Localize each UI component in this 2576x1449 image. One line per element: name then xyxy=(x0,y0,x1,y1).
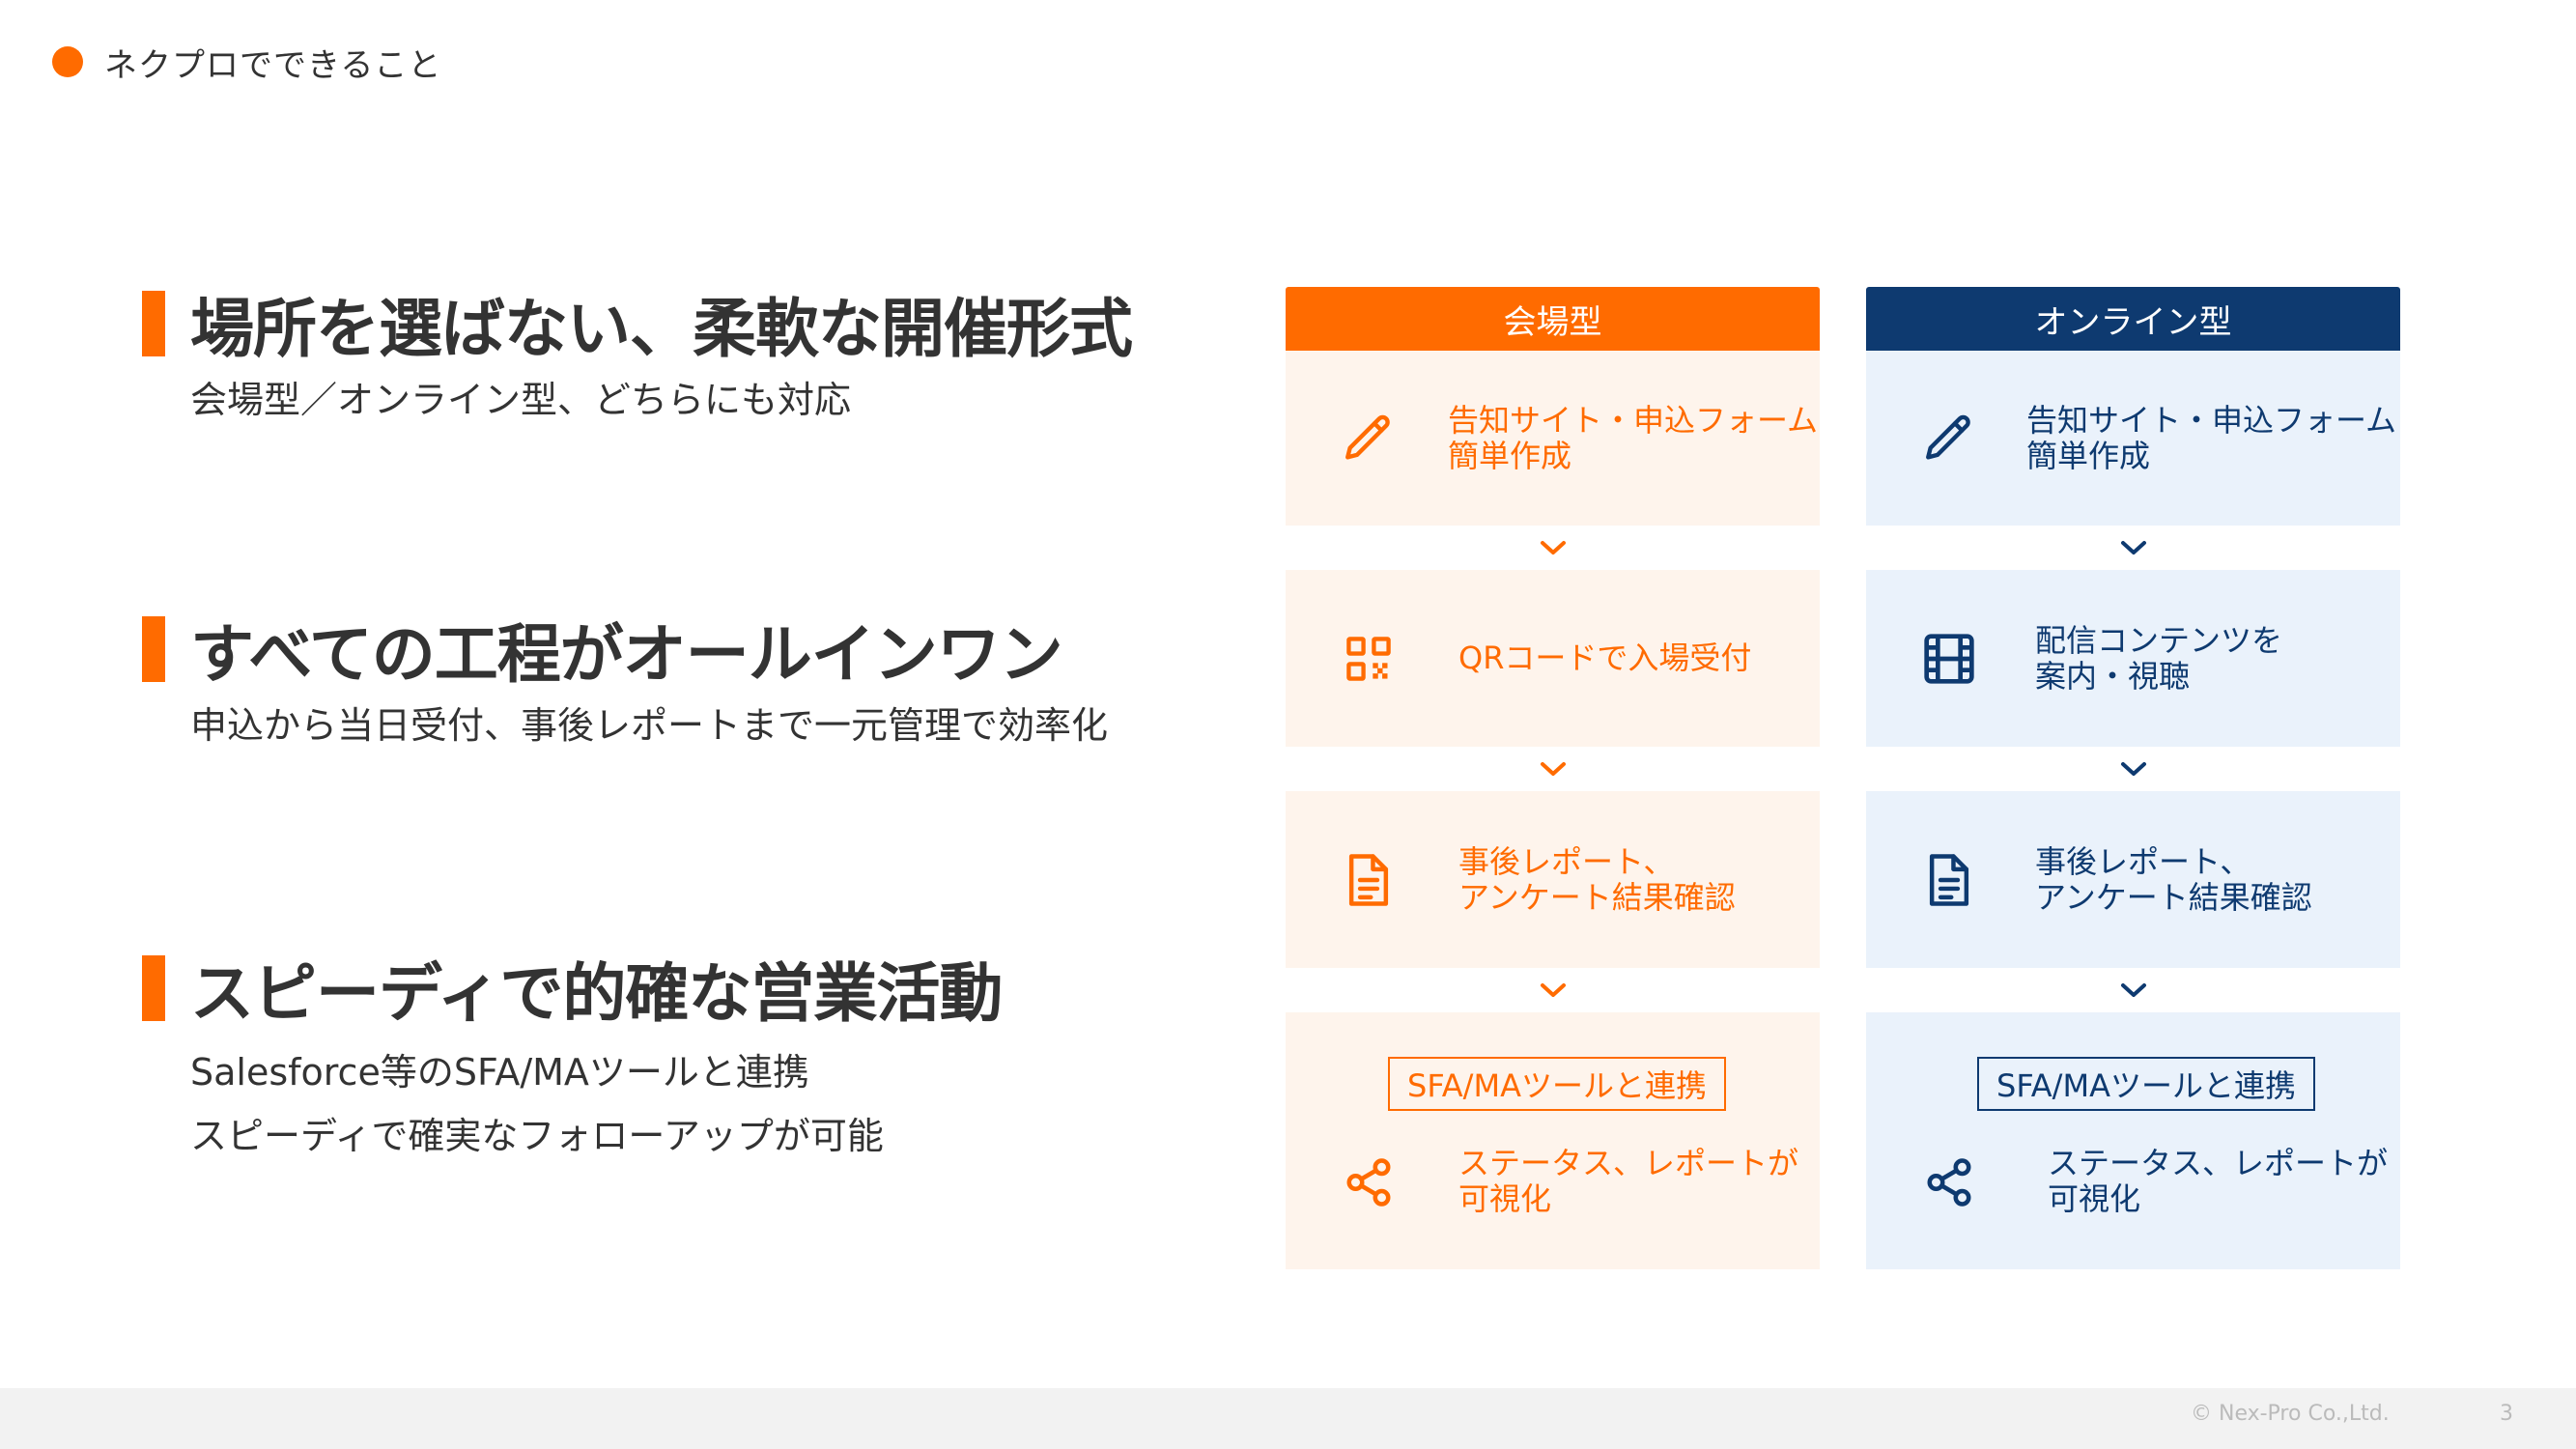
online-column-header: オンライン型 xyxy=(1866,287,2400,351)
feature-description-line: スピーディで確実なフォローアップが可能 xyxy=(190,1115,884,1157)
feature-title-row: スピーディで的確な営業活動 xyxy=(142,950,1224,1031)
online-step-report: 事後レポート、 アンケート結果確認 xyxy=(1866,791,2400,968)
header-bullet-dot xyxy=(52,46,83,77)
feature-title: すべての工程がオールインワン xyxy=(190,617,1063,692)
header-title: ネクプロでできること xyxy=(104,45,442,85)
venue-step-qr-reception: QRコードで入場受付 xyxy=(1286,570,1820,747)
venue-column-header: 会場型 xyxy=(1286,287,1820,351)
feature-description-line: Salesforce等のSFA/MAツールと連携 xyxy=(190,1051,809,1094)
venue-step-report: 事後レポート、 アンケート結果確認 xyxy=(1286,791,1820,968)
slide-header: ネクプロでできること xyxy=(52,41,442,85)
step-text: ステータス、レポートが 可視化 xyxy=(1458,1145,1799,1217)
venue-step-sfa-ma: SFA/MAツールと連携 ステータス、レポートが 可視化 xyxy=(1286,1012,1820,1269)
document-icon xyxy=(1338,849,1400,911)
page-number: 3 xyxy=(2500,1402,2513,1426)
online-column: オンライン型 告知サイト・申込フォーム 簡単作成 配信コンテンツを 案内・視聴 … xyxy=(1866,287,2400,1269)
chevron-down-icon xyxy=(1866,747,2400,791)
feature-title: スピーディで的確な営業活動 xyxy=(190,956,1003,1031)
feature-accent-bar xyxy=(142,616,165,682)
chevron-down-icon xyxy=(1286,526,1820,570)
step-text: QRコードで入場受付 xyxy=(1458,639,1752,676)
feature-accent-bar xyxy=(142,291,165,356)
pencil-icon xyxy=(1918,408,1980,469)
step-text: 告知サイト・申込フォーム 簡単作成 xyxy=(2026,401,2397,474)
chevron-down-icon xyxy=(1866,968,2400,1012)
step-text: ステータス、レポートが 可視化 xyxy=(2048,1145,2389,1217)
share-icon xyxy=(1338,1151,1400,1213)
slide: ネクプロでできること 場所を選ばない、柔軟な開催形式 会場型／オンライン型、どち… xyxy=(0,0,2576,1449)
feature-all-in-one: すべての工程がオールインワン 申込から当日受付、事後レポートまで一元管理で効率化 xyxy=(142,611,1224,757)
feature-description-line: 会場型／オンライン型、どちらにも対応 xyxy=(190,379,852,421)
feature-speedy-sales: スピーディで的確な営業活動 Salesforce等のSFA/MAツールと連携 ス… xyxy=(142,950,1224,1168)
online-step-site-form: 告知サイト・申込フォーム 簡単作成 xyxy=(1866,351,2400,526)
step-text: 事後レポート、 アンケート結果確認 xyxy=(1458,842,1736,916)
sfa-ma-tag: SFA/MAツールと連携 xyxy=(1977,1057,2315,1111)
pencil-icon xyxy=(1338,408,1400,469)
feature-accent-bar xyxy=(142,955,165,1021)
share-icon xyxy=(1918,1151,1980,1213)
document-icon xyxy=(1918,849,1980,911)
step-text: 配信コンテンツを 案内・視聴 xyxy=(2035,621,2283,695)
chevron-down-icon xyxy=(1286,968,1820,1012)
feature-title: 場所を選ばない、柔軟な開催形式 xyxy=(190,292,1133,366)
online-step-sfa-ma: SFA/MAツールと連携 ステータス、レポートが 可視化 xyxy=(1866,1012,2400,1269)
step-text: 事後レポート、 アンケート結果確認 xyxy=(2035,842,2312,916)
venue-step-site-form: 告知サイト・申込フォーム 簡単作成 xyxy=(1286,351,1820,526)
feature-description: Salesforce等のSFA/MAツールと連携 スピーディで確実なフォローアッ… xyxy=(190,1040,1224,1168)
online-step-streaming: 配信コンテンツを 案内・視聴 xyxy=(1866,570,2400,747)
feature-description: 会場型／オンライン型、どちらにも対応 xyxy=(190,368,1224,432)
feature-flexible-format: 場所を選ばない、柔軟な開催形式 会場型／オンライン型、どちらにも対応 xyxy=(142,285,1224,432)
slide-footer: © Nex-Pro Co.,Ltd. 3 xyxy=(0,1388,2576,1449)
feature-title-row: すべての工程がオールインワン xyxy=(142,611,1224,692)
sfa-ma-tag: SFA/MAツールと連携 xyxy=(1388,1057,1726,1111)
qr-code-icon xyxy=(1338,628,1400,690)
step-text: 告知サイト・申込フォーム 簡単作成 xyxy=(1448,401,1819,474)
chevron-down-icon xyxy=(1866,526,2400,570)
venue-column: 会場型 告知サイト・申込フォーム 簡単作成 QRコードで入場受付 事後レポート、… xyxy=(1286,287,1820,1269)
film-icon xyxy=(1918,628,1980,690)
feature-description-line: 申込から当日受付、事後レポートまで一元管理で効率化 xyxy=(190,704,1109,747)
copyright-text: © Nex-Pro Co.,Ltd. xyxy=(2191,1402,2390,1426)
feature-description: 申込から当日受付、事後レポートまで一元管理で効率化 xyxy=(190,694,1224,757)
feature-title-row: 場所を選ばない、柔軟な開催形式 xyxy=(142,285,1224,366)
chevron-down-icon xyxy=(1286,747,1820,791)
